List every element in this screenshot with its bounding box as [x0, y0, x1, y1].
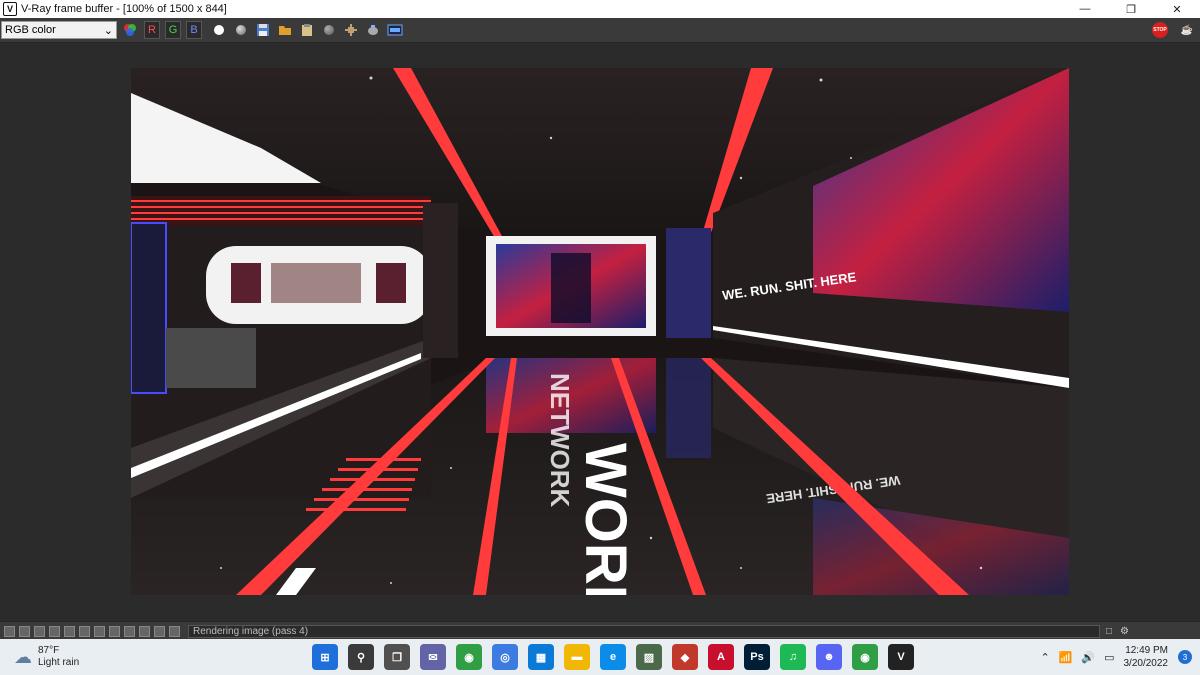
windows-start-icon[interactable]: ⊞	[312, 644, 338, 670]
battery-icon[interactable]: ▭	[1104, 651, 1114, 664]
chrome-2-icon[interactable]: ◉	[852, 644, 878, 670]
save-image-icon[interactable]	[254, 21, 272, 39]
browser-icon[interactable]: ◎	[492, 644, 518, 670]
clock[interactable]: 12:49 PM 3/20/2022	[1124, 644, 1169, 670]
windows-taskbar: ☁ 87°F Light rain ⊞ ⚲ ❐ ✉ ◉ ◎ ▦ ▬ e ▨ ◆ A Ps ♫ ☻ ◉ V ⌃ 📶…	[0, 639, 1200, 675]
denoiser-icon[interactable]	[154, 625, 165, 637]
clock-date: 3/20/2022	[1123, 658, 1169, 669]
taskbar-apps: ⊞ ⚲ ❐ ✉ ◉ ◎ ▦ ▬ e ▨ ◆ A Ps ♫ ☻ ◉ V	[312, 644, 924, 670]
close-button[interactable]: ✕	[1154, 0, 1200, 18]
weather-desc: Light rain	[38, 657, 80, 668]
channel-dropdown[interactable]: RGB color ⌄	[1, 21, 117, 39]
exposure-icon[interactable]	[79, 625, 90, 637]
window-title: V-Ray frame buffer - [100% of 1500 x 844…	[21, 3, 227, 15]
track-mouse-icon[interactable]	[342, 21, 360, 39]
lut-icon[interactable]	[94, 625, 105, 637]
chrome-icon[interactable]: ◉	[456, 644, 482, 670]
stop-render-button[interactable]: STOP	[1152, 22, 1168, 38]
vfb-statusbar: Rendering image (pass 4) □ ⚙	[0, 621, 1200, 640]
photoshop-icon[interactable]: Ps	[744, 644, 770, 670]
settings-icon[interactable]: ⚙	[1120, 626, 1129, 637]
discord-icon[interactable]: ☻	[816, 644, 842, 670]
vfb-toolbar: RGB color ⌄ R G B STOP ☕	[0, 18, 1200, 43]
search-icon[interactable]: ⚲	[348, 644, 374, 670]
restore-button[interactable]: ❐	[1108, 0, 1154, 18]
lens-effects-icon[interactable]	[139, 625, 150, 637]
history-icon[interactable]	[169, 625, 180, 637]
wifi-icon[interactable]: 📶	[1059, 651, 1073, 664]
render-status: Rendering image (pass 4)	[188, 624, 1100, 638]
vray-app-icon: V	[3, 2, 17, 16]
spotify-icon[interactable]: ♫	[780, 644, 806, 670]
teapot-icon[interactable]: ☕	[1178, 21, 1196, 39]
weather-temp: 87°F	[38, 645, 60, 656]
chevron-down-icon: ⌄	[103, 24, 113, 37]
color-channels-icon[interactable]	[121, 21, 139, 39]
floor-text-secondary: NETWORK	[545, 373, 575, 508]
photos-icon[interactable]: ▨	[636, 644, 662, 670]
clock-time: 12:49 PM	[1125, 645, 1168, 656]
sketchup-icon[interactable]: ◆	[672, 644, 698, 670]
edge-icon[interactable]: e	[600, 644, 626, 670]
display-correction-icon[interactable]	[4, 625, 15, 637]
chat-icon[interactable]: ✉	[420, 644, 446, 670]
autocad-icon[interactable]: A	[708, 644, 734, 670]
task-view-icon[interactable]: ❐	[384, 644, 410, 670]
clear-image-icon[interactable]	[320, 21, 338, 39]
volume-icon[interactable]: 🔊	[1081, 651, 1095, 664]
red-channel-button[interactable]: R	[144, 21, 160, 39]
render-scene: WE. RUN. SHIT. HERE WE. RUN. SHIT. HERE …	[131, 68, 1069, 595]
clipboard-icon[interactable]	[298, 21, 316, 39]
notification-badge[interactable]: 3	[1178, 650, 1192, 664]
green-channel-button[interactable]: G	[165, 21, 181, 39]
curves-icon[interactable]	[64, 625, 75, 637]
render-teapot-icon[interactable]	[364, 21, 382, 39]
system-tray: ⌃ 📶 🔊 ▭ 12:49 PM 3/20/2022 3	[1040, 639, 1192, 675]
color-clamp-icon[interactable]	[19, 625, 30, 637]
seating	[166, 328, 256, 388]
blue-channel-button[interactable]: B	[186, 21, 202, 39]
minimize-button[interactable]: —	[1062, 0, 1108, 18]
frame-buffer-viewport[interactable]: WE. RUN. SHIT. HERE WE. RUN. SHIT. HERE …	[0, 43, 1200, 621]
histogram-icon[interactable]	[109, 625, 120, 637]
info-icon[interactable]	[34, 625, 45, 637]
file-explorer-icon[interactable]: ▬	[564, 644, 590, 670]
store-icon[interactable]: ▦	[528, 644, 554, 670]
weather-widget[interactable]: ☁ 87°F Light rain	[14, 645, 214, 669]
mono-sphere-icon[interactable]	[232, 21, 250, 39]
channel-dropdown-value: RGB color	[5, 24, 56, 36]
rendered-image: WE. RUN. SHIT. HERE WE. RUN. SHIT. HERE …	[131, 68, 1069, 595]
floor-text: WORK	[573, 443, 638, 595]
vray-icon[interactable]: V	[888, 644, 914, 670]
ocio-icon[interactable]	[124, 625, 135, 637]
side-screen	[666, 228, 711, 338]
window-titlebar: V V-Ray frame buffer - [100% of 1500 x 8…	[0, 0, 1200, 18]
vfb-history-icon[interactable]	[386, 21, 404, 39]
white-circle-icon[interactable]	[210, 21, 228, 39]
levels-icon[interactable]	[49, 625, 60, 637]
left-blue-screen	[131, 222, 167, 394]
rain-cloud-icon: ☁	[14, 646, 32, 667]
chevron-up-icon[interactable]: ⌃	[1040, 651, 1049, 664]
expand-icon[interactable]: □	[1106, 626, 1112, 637]
open-folder-icon[interactable]	[276, 21, 294, 39]
